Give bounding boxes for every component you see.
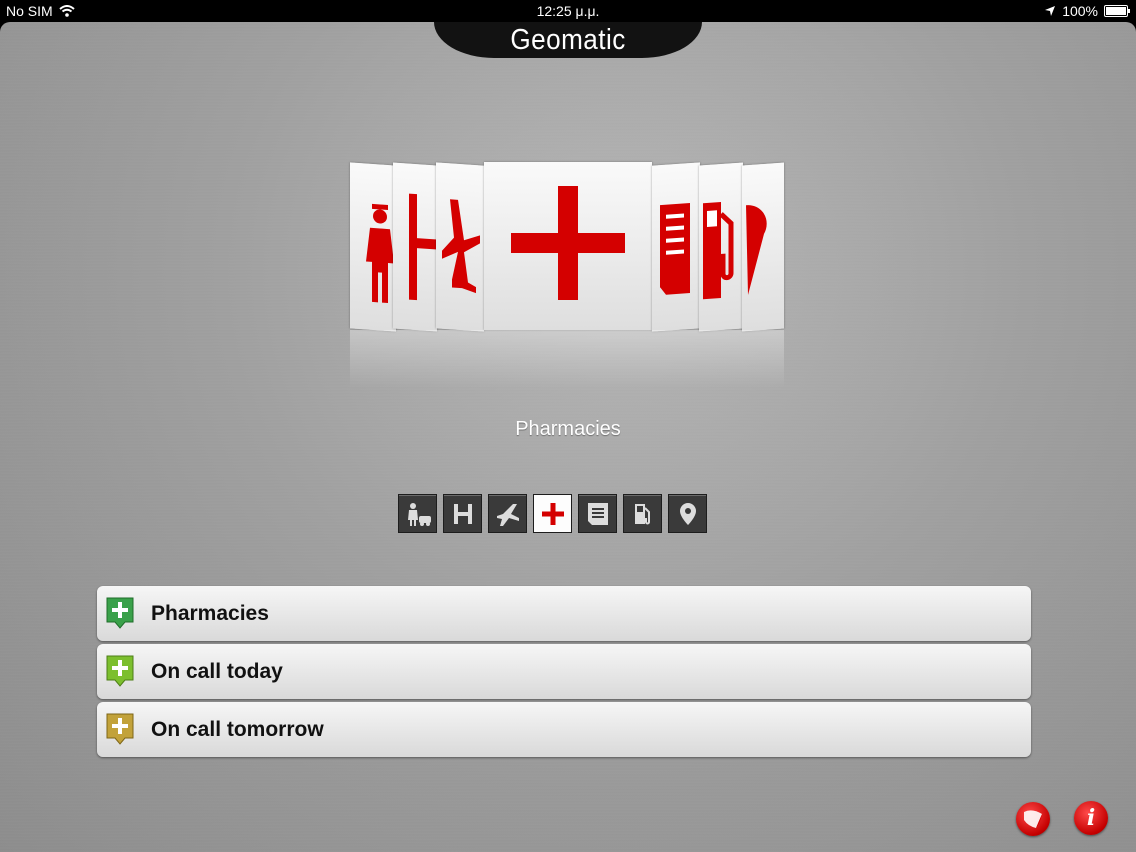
list-item-on-call-tomorrow[interactable]: On call tomorrow bbox=[97, 702, 1031, 757]
page-curl-icon bbox=[1024, 810, 1042, 828]
strip-hospital-button[interactable] bbox=[443, 494, 482, 533]
carousel-card-newspaper[interactable] bbox=[652, 162, 700, 332]
carousel-card-airport[interactable] bbox=[436, 162, 484, 332]
strip-airport-button[interactable] bbox=[488, 494, 527, 533]
strip-pharmacy-button[interactable] bbox=[533, 494, 572, 533]
fuel-icon bbox=[634, 503, 650, 524]
strip-newspaper-button[interactable] bbox=[578, 494, 617, 533]
info-icon: i bbox=[1086, 805, 1096, 831]
lime-pin-icon bbox=[106, 655, 134, 687]
pharmacy-icon bbox=[541, 502, 564, 525]
category-strip bbox=[398, 494, 707, 533]
strip-fuel-button[interactable] bbox=[623, 494, 662, 533]
list-item-on-call-today[interactable]: On call today bbox=[97, 644, 1031, 699]
hospital-icon bbox=[453, 503, 472, 524]
app-title-tab: Geomatic bbox=[434, 22, 702, 58]
taxi-icon bbox=[407, 502, 431, 526]
pharmacy-cross-icon bbox=[511, 186, 625, 300]
list-item-label: On call today bbox=[151, 659, 283, 683]
list-item-label: Pharmacies bbox=[151, 601, 269, 625]
list-item-label: On call tomorrow bbox=[151, 717, 324, 741]
list-item-pharmacies[interactable]: Pharmacies bbox=[97, 586, 1031, 641]
carousel-card-taxi[interactable] bbox=[350, 162, 396, 332]
newspaper-icon bbox=[587, 502, 608, 525]
carousel-card-fuel[interactable] bbox=[699, 162, 743, 332]
taxi-driver-icon bbox=[366, 203, 394, 304]
location-pin-icon bbox=[746, 205, 767, 296]
app-title: Geomatic bbox=[510, 24, 626, 56]
page-curl-button[interactable] bbox=[1016, 802, 1050, 836]
airport-icon bbox=[496, 503, 519, 526]
strip-taxi-button[interactable] bbox=[398, 494, 437, 533]
selected-category-label: Pharmacies bbox=[515, 418, 621, 440]
strip-poi-button[interactable] bbox=[668, 494, 707, 533]
gold-pin-icon bbox=[106, 713, 134, 745]
info-button[interactable]: i bbox=[1074, 801, 1108, 835]
green-pin-icon bbox=[106, 597, 134, 629]
newspaper-icon bbox=[660, 203, 690, 295]
location-arrow-icon bbox=[1045, 6, 1056, 16]
carousel-card-location[interactable] bbox=[742, 162, 784, 332]
airport-icon bbox=[442, 199, 480, 294]
carousel-card-hospital[interactable] bbox=[393, 162, 437, 332]
battery-percent: 100% bbox=[1062, 3, 1098, 19]
poi-icon bbox=[679, 502, 696, 525]
fuel-icon bbox=[703, 202, 734, 300]
status-bar: No SIM 12:25 μ.μ. 100% bbox=[0, 0, 1136, 22]
battery-icon bbox=[1104, 5, 1130, 17]
clock: 12:25 μ.μ. bbox=[536, 3, 600, 19]
hospital-icon bbox=[409, 193, 437, 301]
carousel-card-pharmacy[interactable] bbox=[484, 162, 652, 330]
